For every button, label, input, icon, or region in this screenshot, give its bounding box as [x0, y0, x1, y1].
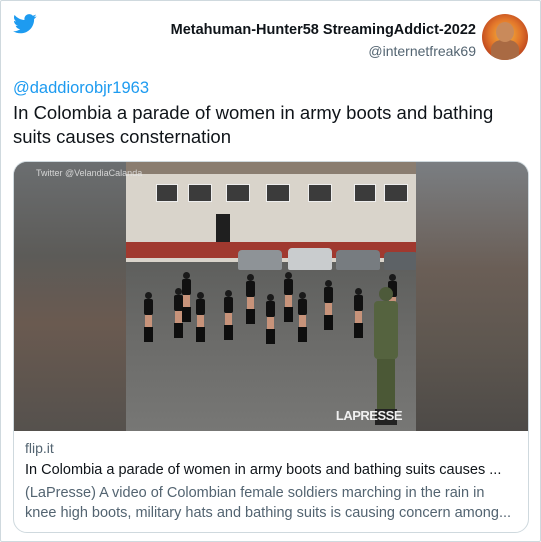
- link-preview-image[interactable]: Twitter @VelandiaCalanda LAPRESSE: [14, 162, 528, 431]
- marcher: [246, 274, 255, 324]
- author-info[interactable]: Metahuman-Hunter58 StreamingAddict-2022 …: [171, 21, 476, 60]
- marcher: [224, 290, 233, 340]
- marcher: [266, 294, 275, 344]
- twitter-bird-icon[interactable]: [13, 14, 37, 34]
- link-preview-card[interactable]: Twitter @VelandiaCalanda LAPRESSE flip.i…: [13, 161, 529, 533]
- author-handle[interactable]: @internetfreak69: [171, 42, 476, 60]
- building: [126, 162, 416, 262]
- link-title[interactable]: In Colombia a parade of women in army bo…: [25, 460, 517, 480]
- marcher: [284, 272, 293, 322]
- avatar[interactable]: [482, 14, 528, 60]
- marcher: [196, 292, 205, 342]
- link-preview-meta[interactable]: flip.it In Colombia a parade of women in…: [14, 431, 528, 523]
- media-blur-left: [14, 162, 126, 431]
- marcher: [298, 292, 307, 342]
- reply-mention-link[interactable]: @daddiorobjr1963: [13, 79, 149, 98]
- marcher: [354, 288, 363, 338]
- marcher: [144, 292, 153, 342]
- media-watermark-top: Twitter @VelandiaCalanda: [36, 168, 143, 178]
- media-blur-right: [416, 162, 528, 431]
- tweet-card: Metahuman-Hunter58 StreamingAddict-2022 …: [0, 0, 541, 542]
- avatar-figure-head: [496, 22, 514, 42]
- link-description[interactable]: (LaPresse) A video of Colombian female s…: [25, 483, 517, 523]
- link-domain[interactable]: flip.it: [25, 439, 517, 457]
- author-display-name[interactable]: Metahuman-Hunter58 StreamingAddict-2022: [171, 21, 476, 39]
- tweet-text: In Colombia a parade of women in army bo…: [13, 102, 494, 147]
- parade-photo: [126, 162, 416, 431]
- soldier: [372, 287, 400, 427]
- marcher: [324, 280, 333, 330]
- media-watermark-bottom: LAPRESSE: [335, 408, 403, 423]
- avatar-figure-body: [491, 40, 519, 60]
- marcher: [182, 272, 191, 322]
